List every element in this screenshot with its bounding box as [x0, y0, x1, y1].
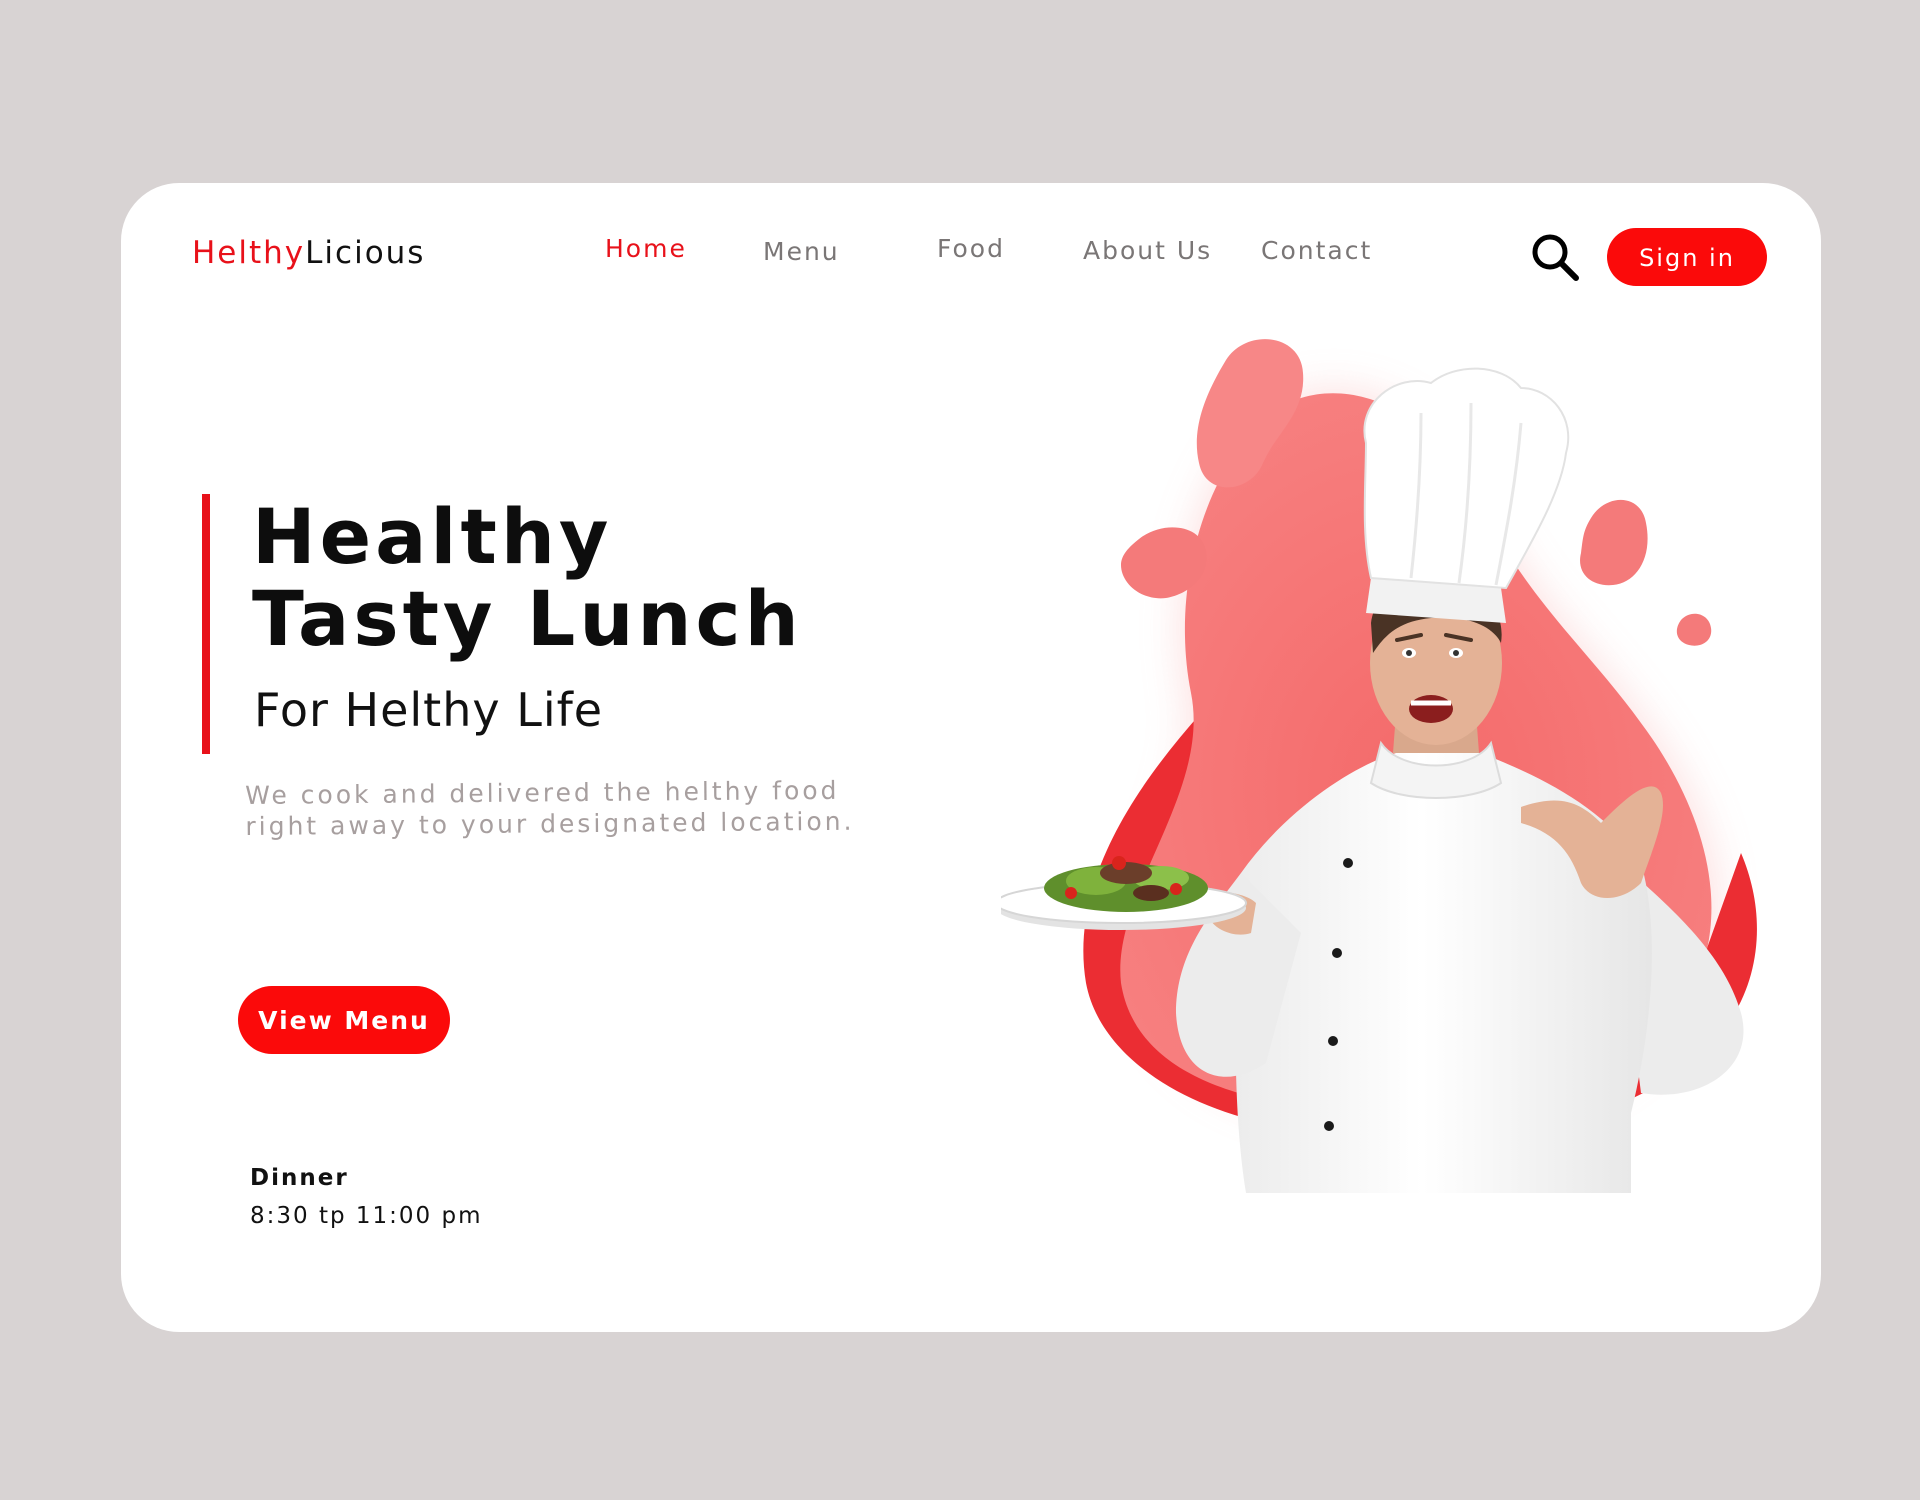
nav-menu[interactable]: Menu: [763, 237, 840, 266]
accent-bar: [202, 494, 210, 754]
hero-title: Healthy Tasty Lunch: [252, 496, 803, 660]
hero-subtitle: For Helthy Life: [254, 683, 604, 737]
chef-hat: [1363, 367, 1570, 623]
dinner-time: 8:30 tp 11:00 pm: [250, 1203, 483, 1229]
floating-blob-right: [1580, 499, 1648, 586]
hero-title-line-2: Tasty Lunch: [252, 574, 803, 663]
sign-in-button[interactable]: Sign in: [1607, 228, 1767, 286]
floating-blob-small: [1676, 613, 1712, 646]
logo-part-helthy: Helthy: [192, 235, 306, 271]
landing-card: HelthyLicious Home Menu Food About Us Co…: [121, 183, 1821, 1332]
nav-food[interactable]: Food: [937, 234, 1005, 263]
logo-part-licious: Licious: [305, 235, 426, 271]
view-menu-button[interactable]: View Menu: [238, 986, 450, 1054]
hero-description: We cook and delivered the helthy food ri…: [245, 773, 1006, 842]
nav-contact[interactable]: Contact: [1261, 236, 1372, 265]
brand-logo[interactable]: HelthyLicious: [192, 235, 425, 271]
dinner-label: Dinner: [250, 1165, 349, 1191]
hero-title-line-1: Healthy: [252, 492, 613, 581]
nav-about-us[interactable]: About Us: [1083, 236, 1212, 265]
search-icon[interactable]: [1529, 231, 1581, 283]
hero-description-line-2: right away to your designated location.: [245, 806, 855, 841]
chef-hero-illustration: [1001, 339, 1757, 1193]
nav-home[interactable]: Home: [605, 234, 687, 263]
